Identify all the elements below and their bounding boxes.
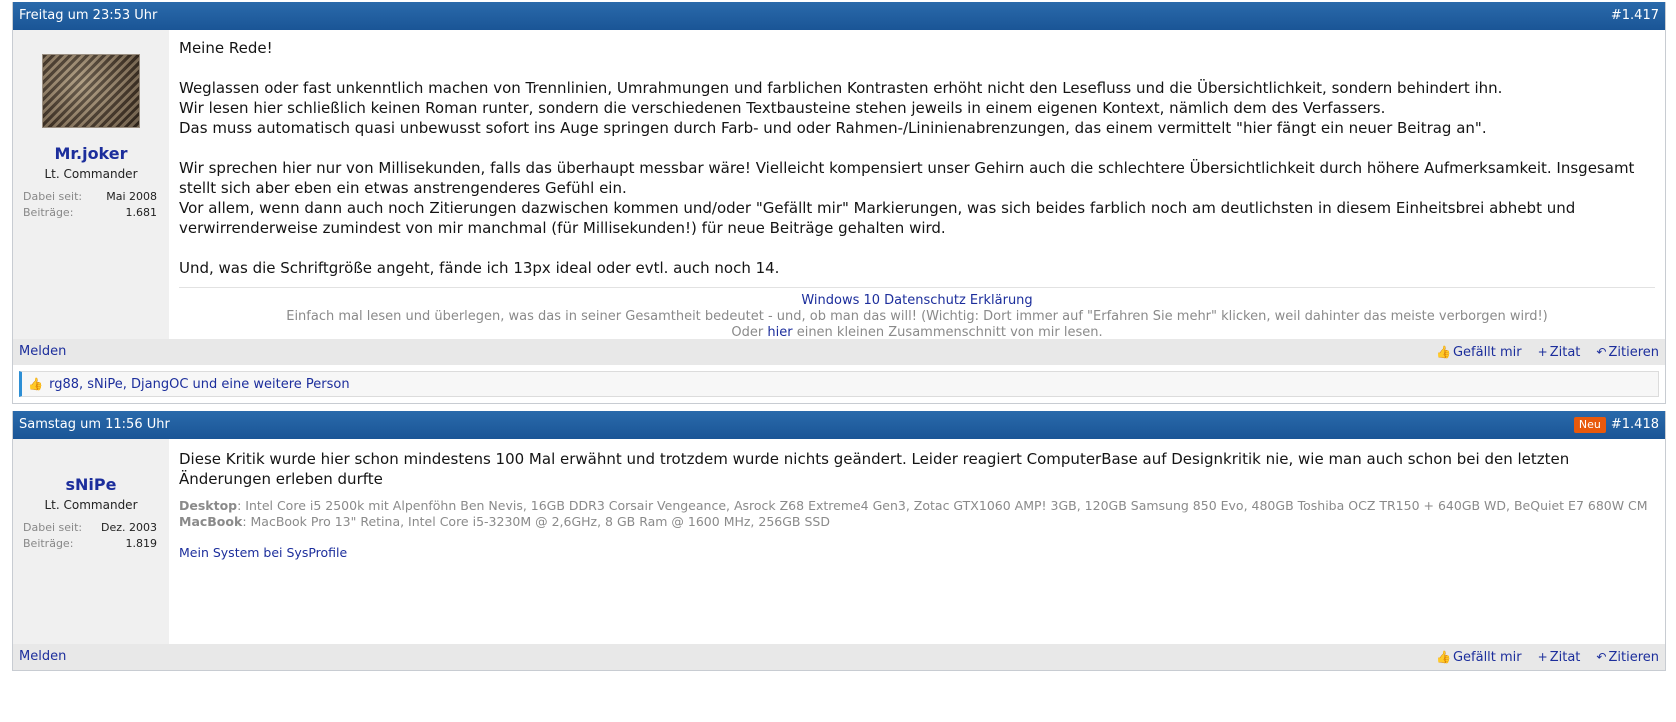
post-text: Und, was die Schriftgröße angeht, fände …: [179, 259, 780, 277]
post-date: Freitag um 23:53 Uhr: [19, 8, 158, 23]
signature-text: Einfach mal lesen und überlegen, was das…: [286, 309, 1548, 324]
plus-icon: +: [1537, 345, 1548, 359]
signature-link[interactable]: Windows 10 Datenschutz Erklärung: [801, 293, 1032, 308]
likes-list[interactable]: rg88, sNiPe, DjangOC und eine weitere Pe…: [49, 377, 350, 392]
macbook-label: MacBook: [179, 514, 243, 529]
post-text: Weglassen oder fast unkenntlich machen v…: [179, 79, 1503, 97]
quote-label: Zitat: [1549, 650, 1581, 665]
report-button[interactable]: Melden: [19, 644, 66, 670]
post-text: Vor allem, wenn dann auch noch Zitierung…: [179, 199, 1576, 237]
post-number[interactable]: #1.417: [1611, 2, 1659, 30]
post-date: Samstag um 11:56 Uhr: [19, 417, 170, 432]
like-label: Gefällt mir: [1452, 345, 1522, 360]
signature-text: Oder: [731, 325, 764, 340]
plus-icon: +: [1537, 650, 1548, 664]
like-button[interactable]: 👍 Gefällt mir: [1436, 339, 1522, 365]
reply-arrow-icon: ↶: [1596, 345, 1607, 359]
posts-value: 1.819: [125, 537, 158, 550]
post-1417: Freitag um 23:53 Uhr #1.417 Mr.joker Lt.…: [12, 2, 1666, 404]
username[interactable]: Mr.joker: [13, 144, 169, 163]
signature: Windows 10 Datenschutz Erklärung Einfach…: [179, 287, 1655, 341]
quote-button[interactable]: + Zitat: [1538, 644, 1581, 670]
post-text: Wir lesen hier schließlich keinen Roman …: [179, 99, 1386, 117]
post-header: Freitag um 23:53 Uhr #1.417: [13, 2, 1665, 30]
reply-label: Zitieren: [1608, 650, 1659, 665]
joined-value: Mai 2008: [106, 190, 157, 203]
user-rank: Lt. Commander: [44, 167, 138, 181]
post-1418: Samstag um 11:56 Uhr Neu #1.418 sNiPe Lt…: [12, 411, 1666, 671]
macbook-specs: : MacBook Pro 13" Retina, Intel Core i5-…: [242, 514, 830, 529]
username[interactable]: sNiPe: [13, 475, 169, 494]
posts-label: Beiträge:: [23, 206, 74, 219]
quote-label: Zitat: [1549, 345, 1581, 360]
post-text: Meine Rede!: [179, 39, 273, 57]
thumbs-up-icon: 👍: [1436, 345, 1451, 359]
reply-arrow-icon: ↶: [1596, 650, 1607, 664]
thumbs-up-icon: 👍: [1436, 650, 1451, 664]
user-rank: Lt. Commander: [44, 498, 138, 512]
post-content: Diese Kritik wurde hier schon mindestens…: [169, 439, 1665, 644]
like-label: Gefällt mir: [1452, 650, 1522, 665]
quote-button[interactable]: + Zitat: [1538, 339, 1581, 365]
post-number[interactable]: #1.418: [1611, 411, 1659, 439]
thumbs-up-icon: 👍: [28, 377, 43, 391]
user-info: sNiPe Lt. Commander Dabei seit: Dez. 2003…: [13, 439, 169, 644]
new-badge: Neu: [1573, 417, 1606, 433]
posts-value: 1.681: [125, 206, 158, 219]
joined-value: Dez. 2003: [101, 521, 157, 534]
post-text: Das muss automatisch quasi unbewusst sof…: [179, 119, 1487, 137]
desktop-specs: : Intel Core i5 2500k mit Alpenföhn Ben …: [237, 498, 1648, 513]
avatar[interactable]: [42, 54, 140, 128]
desktop-label: Desktop: [179, 498, 238, 513]
signature-here-link[interactable]: hier: [767, 325, 792, 340]
post-footer: Melden 👍 Gefällt mir + Zitat ↶ Zitieren: [13, 644, 1665, 670]
post-footer: Melden 👍 Gefällt mir + Zitat ↶ Zitieren: [13, 339, 1665, 365]
system-specs: Desktop: Intel Core i5 2500k mit Alpenfö…: [179, 498, 1655, 561]
sysprofile-link[interactable]: Mein System bei SysProfile: [179, 545, 1655, 561]
reply-button[interactable]: ↶ Zitieren: [1596, 644, 1659, 670]
joined-label: Dabei seit:: [23, 190, 83, 203]
user-info: Mr.joker Lt. Commander Dabei seit: Mai 20…: [13, 30, 169, 339]
post-text: Wir sprechen hier nur von Millisekunden,…: [179, 159, 1635, 197]
joined-label: Dabei seit:: [23, 521, 83, 534]
like-button[interactable]: 👍 Gefällt mir: [1436, 644, 1522, 670]
signature-text: einen kleinen Zusammenschnitt von mir le…: [796, 325, 1103, 340]
report-button[interactable]: Melden: [19, 339, 66, 365]
reply-label: Zitieren: [1608, 345, 1659, 360]
post-header: Samstag um 11:56 Uhr Neu #1.418: [13, 411, 1665, 439]
reply-button[interactable]: ↶ Zitieren: [1596, 339, 1659, 365]
post-text: Diese Kritik wurde hier schon mindestens…: [179, 450, 1570, 488]
posts-label: Beiträge:: [23, 537, 74, 550]
post-content: Meine Rede! Weglassen oder fast unkenntl…: [169, 30, 1665, 341]
likes-bar: 👍 rg88, sNiPe, DjangOC und eine weitere …: [19, 371, 1659, 397]
